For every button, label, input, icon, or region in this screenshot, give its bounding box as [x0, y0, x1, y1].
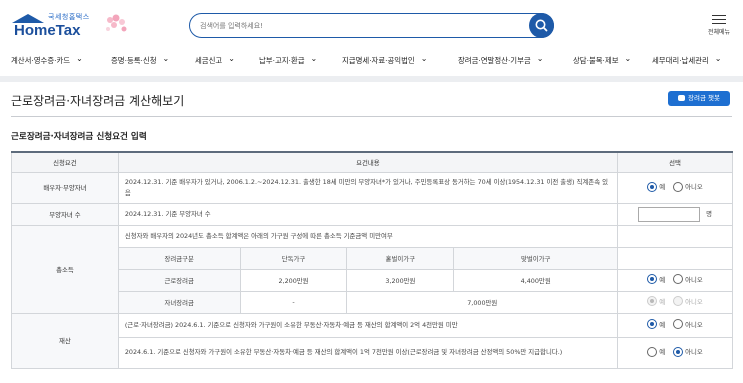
- income-child-single: -: [239, 290, 348, 314]
- nav-item-certificates[interactable]: 증명·등록·신청: [111, 55, 169, 66]
- nav-item-tax-filing[interactable]: 세금신고: [195, 55, 235, 66]
- asset1-radio-group: 예 아니오: [617, 312, 733, 338]
- table-header-row: 신청요건 요건내용 선택: [11, 151, 733, 173]
- income-child-row: 자녀장려금 - 7,000만원 예 아니오: [12, 290, 733, 314]
- income-empty-cell: [617, 246, 733, 270]
- table-row-income-desc: 총소득 신청자와 배우자의 2024년도 총소득 합계액은 아래의 가구원 구성…: [11, 224, 733, 314]
- header-select: 선택: [617, 151, 733, 173]
- income-earned-yes-radio[interactable]: 예: [647, 274, 665, 284]
- asset2-no-radio[interactable]: 아니오: [673, 346, 703, 357]
- income-child-yes-radio[interactable]: 예: [647, 296, 665, 306]
- income-earned-dual: 4,400만원: [453, 268, 619, 292]
- search-icon: [535, 19, 548, 31]
- site-header: 국세청홈택스 HomeTax 전체메뉴: [0, 0, 743, 50]
- logo-en-text: HomeTax: [14, 22, 81, 39]
- income-sub-header: 단독가구: [239, 246, 348, 270]
- asset-text-1: (근로·자녀장려금) 2024.6.1. 기준으로 신청자와 가구원이 소유한 …: [117, 312, 619, 338]
- section-title: 근로장려금·자녀장려금 신청요건 입력: [11, 132, 147, 142]
- spouse-yes-radio[interactable]: 예: [647, 181, 665, 192]
- income-label: 총소득: [11, 224, 119, 314]
- page-title: 근로장려금·자녀장려금 계산해보기: [11, 94, 185, 108]
- title-divider: [11, 116, 732, 117]
- asset-row-1: 재산 (근로·자녀장려금) 2024.6.1. 기준으로 신청자와 가구원이 소…: [11, 312, 733, 369]
- asset1-no-radio[interactable]: 아니오: [673, 319, 703, 329]
- nav-item-consult[interactable]: 상담·불복·제보: [573, 55, 631, 66]
- income-earned-single: 2,200만원: [239, 268, 348, 292]
- children-label: 부양자녀 수: [11, 202, 119, 226]
- main-nav: 계산서·영수증·카드 증명·등록·신청 세금신고 납부·고지·환급 지급명세·자…: [0, 50, 743, 70]
- asset1-yes-radio[interactable]: 예: [647, 319, 665, 329]
- table-row-spouse: 배우자·부양자녀 2024.12.31. 기준 배우자가 있거나, 2006.1…: [11, 171, 733, 204]
- nav-item-invoices[interactable]: 계산서·영수증·카드: [11, 55, 83, 66]
- blossom-decoration-icon: [106, 14, 127, 32]
- nav-divider: [0, 76, 743, 82]
- all-menu-button[interactable]: 전체메뉴: [705, 12, 733, 40]
- children-unit: 명: [706, 210, 712, 218]
- income-earned-no-radio[interactable]: 아니오: [673, 274, 703, 284]
- hamburger-icon: [705, 14, 733, 24]
- chatbot-label: 장려금 챗봇: [688, 94, 720, 102]
- spouse-radio-group: 예 아니오: [617, 171, 733, 204]
- income-earned-single-earner: 3,200만원: [346, 268, 455, 292]
- nav-item-tax-agent[interactable]: 세무대리·납세관리: [652, 55, 721, 66]
- chatbot-button[interactable]: 장려금 챗봇: [668, 91, 730, 106]
- children-input-cell: 명: [617, 202, 733, 226]
- asset-row-2: 2024.6.1. 기준으로 신청자와 가구원이 소유한 부동산·자동차·예금 …: [12, 336, 733, 369]
- children-text: 2024.12.31. 기준 부양자녀 수: [117, 202, 619, 226]
- income-child-no-radio[interactable]: 아니오: [673, 296, 703, 306]
- asset2-radio-group: 예 아니오: [617, 336, 733, 369]
- search-input[interactable]: [200, 19, 520, 32]
- income-text: 신청자와 배우자의 2024년도 총소득 합계액은 아래의 가구원 구성에 따른…: [117, 224, 619, 248]
- income-sub-header: 장려금구분: [117, 246, 241, 270]
- income-earned-type: 근로장려금: [117, 268, 241, 292]
- search-button[interactable]: [529, 12, 554, 38]
- header-content: 요건내용: [117, 151, 619, 173]
- nav-item-statements[interactable]: 지급명세·자료·공익법인: [342, 55, 427, 66]
- search-bar[interactable]: [189, 12, 554, 38]
- income-child-radio-group: 예 아니오: [617, 290, 733, 314]
- table-row-children: 부양자녀 수 2024.12.31. 기준 부양자녀 수 명: [11, 202, 733, 226]
- requirements-table: 신청요건 요건내용 선택 배우자·부양자녀 2024.12.31. 기준 배우자…: [11, 151, 733, 369]
- asset2-yes-radio[interactable]: 예: [647, 346, 665, 357]
- spouse-label: 배우자·부양자녀: [11, 171, 119, 204]
- header-requirement: 신청요건: [11, 151, 119, 173]
- chat-icon: [678, 95, 686, 101]
- income-sub-header: 맞벌이가구: [453, 246, 619, 270]
- asset-label: 재산: [11, 312, 119, 369]
- income-earned-row: 근로장려금 2,200만원 3,200만원 4,400만원 예 아니오: [12, 268, 733, 292]
- all-menu-label: 전체메뉴: [707, 29, 731, 36]
- nav-item-incentives[interactable]: 장려금·연말정산·기부금: [458, 55, 543, 66]
- income-child-household: 7,000만원: [346, 290, 619, 314]
- income-sub-header: 홑벌이가구: [346, 246, 455, 270]
- children-count-input[interactable]: [638, 206, 701, 222]
- logo-kr-text: 국세청홈택스: [48, 13, 90, 21]
- spouse-no-radio[interactable]: 아니오: [673, 181, 703, 192]
- income-earned-radio-group: 예 아니오: [617, 268, 733, 292]
- income-empty-cell: [617, 224, 733, 248]
- hometax-logo[interactable]: 국세청홈택스 HomeTax: [12, 12, 132, 40]
- spouse-text: 2024.12.31. 기준 배우자가 있거나, 2006.1.2.~2024.…: [117, 171, 619, 204]
- nav-item-payment[interactable]: 납부·고지·환급: [259, 55, 317, 66]
- income-child-type: 자녀장려금: [117, 290, 241, 314]
- income-sub-header-row: 장려금구분 단독가구 홑벌이가구 맞벌이가구: [12, 246, 733, 270]
- asset-text-2: 2024.6.1. 기준으로 신청자와 가구원이 소유한 부동산·자동차·예금 …: [117, 336, 619, 369]
